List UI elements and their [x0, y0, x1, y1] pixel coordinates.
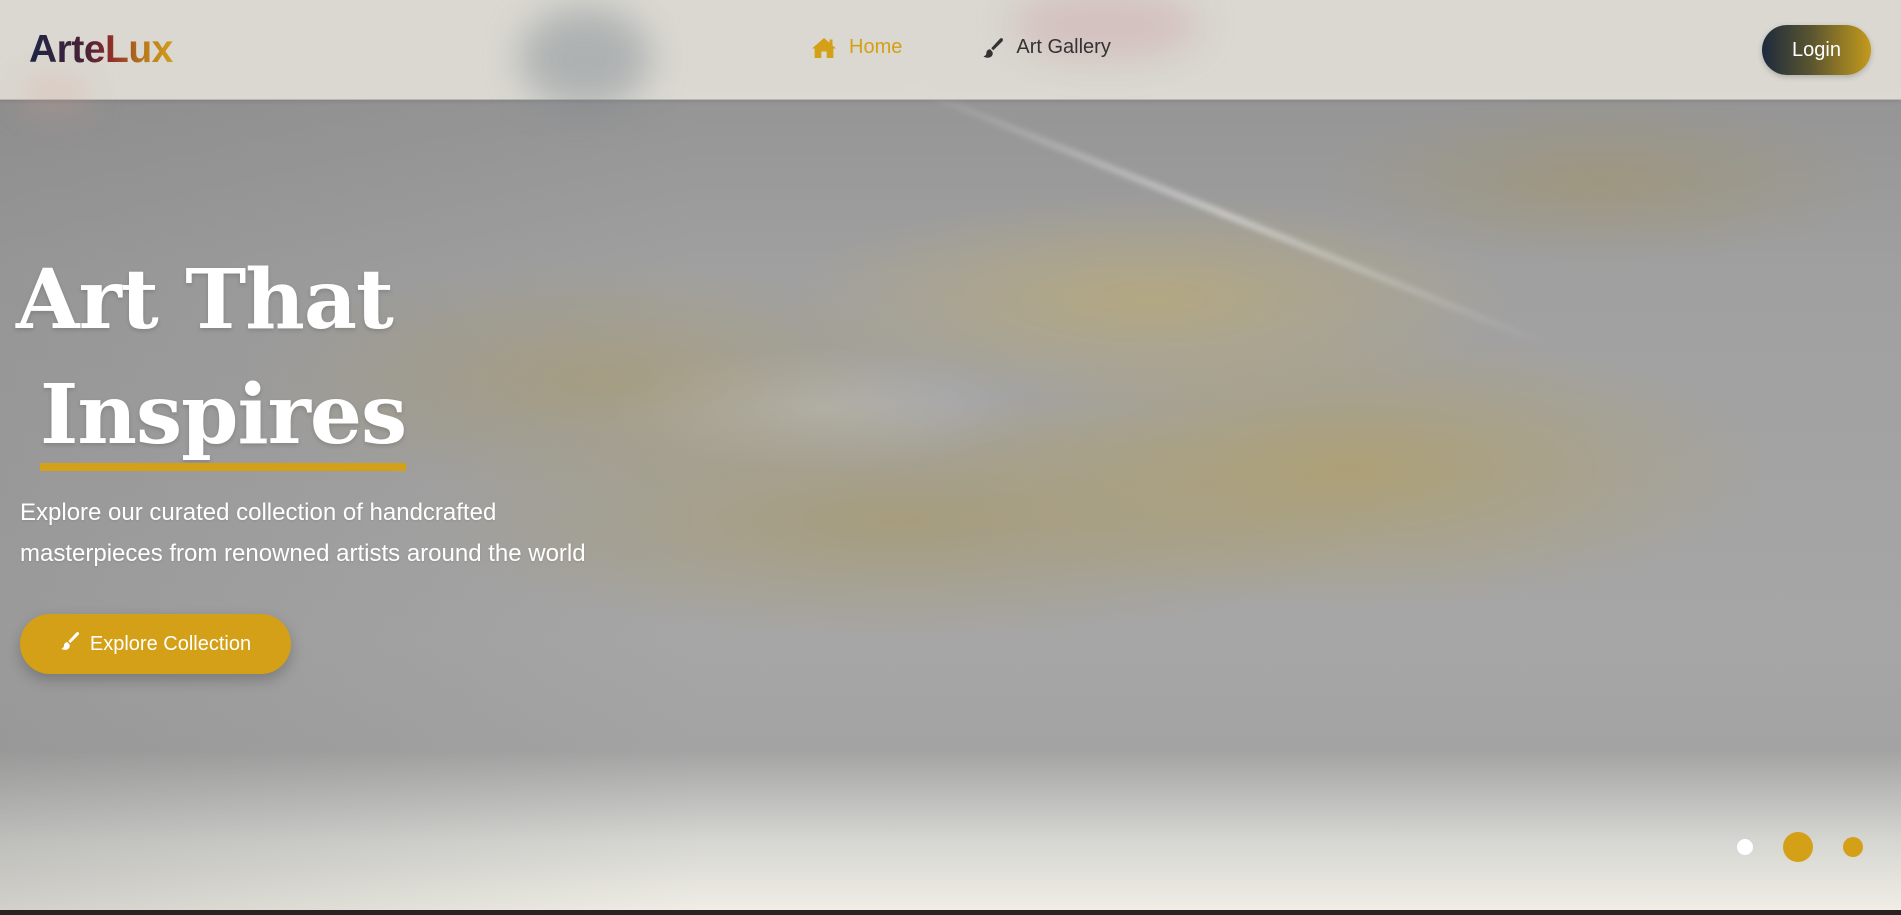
home-icon: [811, 37, 837, 59]
hero-title-line2: Inspires: [40, 358, 407, 473]
paintbrush-icon: [60, 631, 80, 657]
nav-item-label: Art Gallery: [1016, 36, 1111, 58]
site-header: ArteLux Home Art Gallery Login: [0, 0, 1901, 110]
login-button[interactable]: Login: [1762, 25, 1871, 75]
header-background-blur: [20, 80, 90, 110]
explore-collection-button[interactable]: Explore Collection: [20, 614, 291, 674]
hero-title-line1: Art That: [16, 252, 394, 348]
header-background-blur: [520, 8, 650, 108]
hero-subtitle-line2: masterpieces from renowned artists aroun…: [20, 540, 586, 567]
carousel-dot-3[interactable]: [1843, 837, 1863, 857]
nav-item-label: Home: [849, 36, 903, 58]
paintbrush-icon: [982, 37, 1004, 59]
hero-title: Art That Inspires: [16, 243, 407, 473]
next-section-edge: [0, 910, 1901, 915]
hero-subtitle-line1: Explore our curated collection of handcr…: [20, 499, 497, 526]
page: ArteLux Home Art Gallery Login Art That …: [0, 0, 1901, 915]
nav-item-home[interactable]: Home: [811, 36, 902, 59]
nav-item-art-gallery[interactable]: Art Gallery: [982, 36, 1111, 59]
carousel-dot-1[interactable]: [1737, 839, 1753, 855]
logo[interactable]: ArteLux: [29, 26, 173, 74]
main-nav: Home Art Gallery: [811, 36, 1111, 59]
carousel-dot-2-active[interactable]: [1783, 832, 1813, 862]
explore-collection-label: Explore Collection: [89, 632, 252, 655]
carousel-indicators: [1737, 832, 1863, 862]
hero-subtitle: Explore our curated collection of handcr…: [20, 492, 660, 574]
